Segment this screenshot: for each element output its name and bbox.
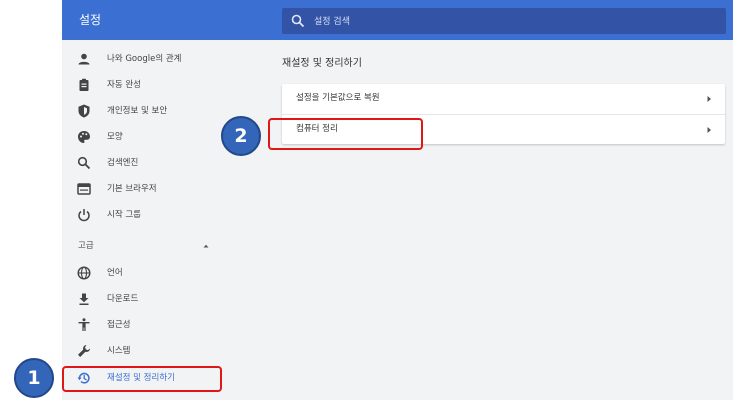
accessibility-icon <box>78 318 90 331</box>
sidebar-item-appearance[interactable]: 모양 <box>62 124 222 150</box>
sidebar-item-label: 언어 <box>107 268 123 278</box>
highlight-box-clean-up <box>268 118 423 150</box>
sidebar-item-languages[interactable]: 언어 <box>62 260 222 286</box>
row-label: 설정을 기본값으로 복원 <box>296 93 380 103</box>
clipboard-icon <box>79 78 89 91</box>
sidebar-item-label: 시스템 <box>107 346 131 356</box>
sidebar-item-downloads[interactable]: 다운로드 <box>62 286 222 312</box>
sidebar-item-on-startup[interactable]: 시작 그룹 <box>62 202 222 228</box>
advanced-label: 고급 <box>78 241 94 251</box>
sidebar-item-label: 자동 완성 <box>107 80 141 90</box>
sidebar-item-label: 검색엔진 <box>107 158 139 168</box>
palette-icon <box>78 131 90 143</box>
power-icon <box>78 209 90 222</box>
restore-defaults-row[interactable]: 설정을 기본값으로 복원 <box>282 84 725 113</box>
browser-icon <box>77 183 91 195</box>
sidebar-item-label: 기본 브라우저 <box>107 184 157 194</box>
sidebar-item-search-engine[interactable]: 검색엔진 <box>62 150 222 176</box>
app-title: 설정 <box>79 13 102 27</box>
chevron-right-icon <box>707 96 711 102</box>
settings-window: 설정 나와 Google의 관계 자동 완성 <box>62 0 733 400</box>
sidebar-item-system[interactable]: 시스템 <box>62 338 222 364</box>
step-badge-2: 2 <box>221 116 261 156</box>
section-title: 재설정 및 정리하기 <box>282 58 362 69</box>
step-badge-1: 1 <box>14 358 54 398</box>
top-bar: 설정 <box>62 0 733 40</box>
search-box[interactable] <box>282 8 726 36</box>
sidebar-item-label: 개인정보 및 보안 <box>107 106 168 116</box>
sidebar-item-you-and-google[interactable]: 나와 Google의 관계 <box>62 46 222 72</box>
wrench-icon <box>78 345 90 357</box>
sidebar-item-label: 접근성 <box>107 320 131 330</box>
caret-up-icon <box>203 244 209 248</box>
download-icon <box>79 293 89 305</box>
chevron-right-icon <box>707 127 711 133</box>
sidebar-item-label: 다운로드 <box>107 294 139 304</box>
search-icon <box>77 156 91 170</box>
sidebar-item-label: 나와 Google의 관계 <box>107 54 182 64</box>
sidebar-item-autofill[interactable]: 자동 완성 <box>62 72 222 98</box>
sidebar-item-label: 모양 <box>107 132 123 142</box>
search-icon <box>291 14 305 28</box>
highlight-box-reset-cleanup <box>62 366 222 392</box>
person-icon <box>78 53 90 65</box>
sidebar-item-accessibility[interactable]: 접근성 <box>62 312 222 338</box>
search-input[interactable] <box>312 8 716 36</box>
sidebar-item-default-browser[interactable]: 기본 브라우저 <box>62 176 222 202</box>
advanced-toggle[interactable]: 고급 <box>62 233 222 259</box>
globe-icon <box>77 266 91 280</box>
sidebar-item-privacy-security[interactable]: 개인정보 및 보안 <box>62 98 222 124</box>
sidebar-item-label: 시작 그룹 <box>107 210 141 220</box>
shield-icon <box>78 104 90 118</box>
